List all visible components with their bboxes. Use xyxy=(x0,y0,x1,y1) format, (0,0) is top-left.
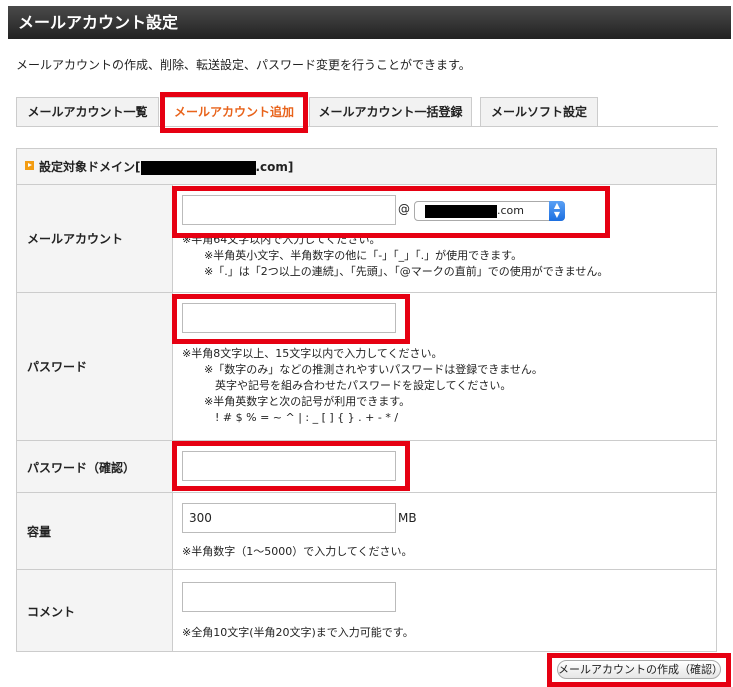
mail-account-label: メールアカウント xyxy=(27,232,124,246)
mail-account-notes: ※半角64文字以内で入力してください。 ※半角英小文字、半角数字の他に「-」「_… xyxy=(182,233,609,278)
capacity-unit: MB xyxy=(398,511,417,525)
comment-notes: ※全角10文字(半角20文字)まで入力可能です。 xyxy=(182,626,414,639)
capacity-input[interactable]: 300 xyxy=(182,503,396,533)
password-notes: ※半角8文字以上、15文字以内で入力してください。 ※「数字のみ」などの推測され… xyxy=(182,347,543,424)
tab-mail-software[interactable]: メールソフト設定 xyxy=(480,97,598,126)
label-cell: パスワード（確認） xyxy=(17,441,173,492)
arrow-icon xyxy=(25,161,34,170)
domain-label-suffix: .com] xyxy=(255,160,294,174)
capacity-label: 容量 xyxy=(27,525,52,539)
domain-label-prefix: 設定対象ドメイン[ xyxy=(39,160,141,174)
label-cell: 容量 xyxy=(17,493,173,569)
comment-input[interactable] xyxy=(182,582,396,612)
row-comment: コメント ※全角10文字(半角20文字)まで入力可能です。 xyxy=(17,570,716,651)
redacted-domain xyxy=(140,160,256,175)
tab-divider xyxy=(16,126,718,127)
label-cell: コメント xyxy=(17,570,173,651)
row-capacity: 容量 300 MB ※半角数字（1〜5000）で入力してください。 xyxy=(17,493,716,570)
capacity-notes: ※半角数字（1〜5000）で入力してください。 xyxy=(182,545,413,558)
password-confirm-label: パスワード（確認） xyxy=(27,461,136,475)
password-label: パスワード xyxy=(27,360,88,374)
highlight-submit xyxy=(547,653,731,687)
highlight-account xyxy=(172,186,610,238)
domain-label: 設定対象ドメイン[ .com] xyxy=(39,158,293,175)
highlight-tab xyxy=(160,92,308,133)
comment-label: コメント xyxy=(27,605,76,619)
label-cell: パスワード xyxy=(17,293,173,440)
page-description: メールアカウントの作成、削除、転送設定、パスワード変更を行うことができます。 xyxy=(16,58,471,72)
label-cell: メールアカウント xyxy=(17,185,173,292)
tab-bulk-register[interactable]: メールアカウント一括登録 xyxy=(309,97,472,126)
highlight-password-confirm xyxy=(172,441,410,491)
page-title: メールアカウント設定 xyxy=(8,6,731,39)
domain-header: 設定対象ドメイン[ .com] xyxy=(17,149,716,185)
highlight-password xyxy=(172,294,410,344)
tab-account-list[interactable]: メールアカウント一覧 xyxy=(16,97,159,126)
